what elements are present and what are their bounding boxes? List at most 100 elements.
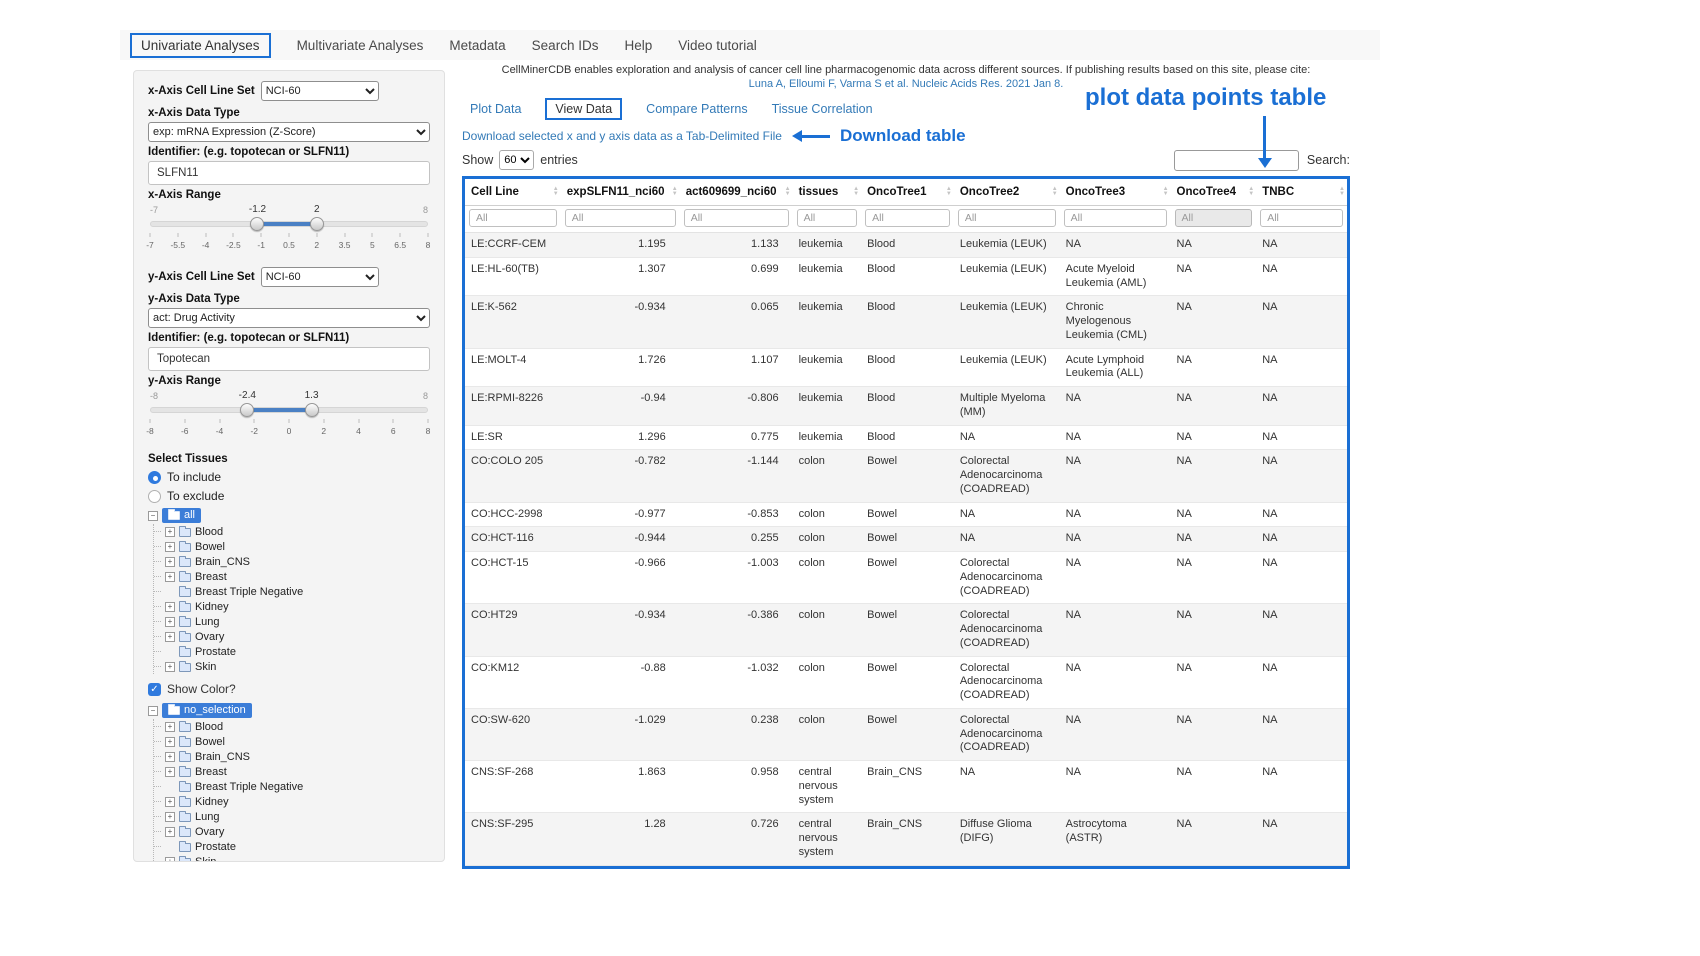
expand-icon[interactable]: + <box>165 572 175 582</box>
table-cell: 1.726 <box>561 348 680 387</box>
table-cell: 0.699 <box>680 257 793 296</box>
slider-handle-from[interactable] <box>250 217 264 231</box>
folder-icon <box>179 843 191 852</box>
nav-tab-search-ids[interactable]: Search IDs <box>532 38 599 53</box>
y-identifier-input[interactable] <box>148 347 430 371</box>
column-header-act609699-nci60[interactable]: act609699_nci60▲▼ <box>680 179 793 206</box>
column-filter-act609699-nci60[interactable]: All <box>684 209 789 227</box>
table-cell: NA <box>1256 257 1347 296</box>
tree-item-lung[interactable]: +Lung <box>162 614 430 629</box>
x-identifier-input[interactable] <box>148 161 430 185</box>
nav-tab-metadata[interactable]: Metadata <box>449 38 505 53</box>
expand-icon[interactable]: + <box>165 617 175 627</box>
collapse-icon[interactable]: − <box>148 706 158 716</box>
y-axis-range-slider[interactable]: -88-2.41.3-8-6-4-202468 <box>150 391 428 443</box>
column-filter-oncotree1[interactable]: All <box>865 209 950 227</box>
column-header-cell-line[interactable]: Cell Line▲▼ <box>465 179 561 206</box>
column-header-tnbc[interactable]: TNBC▲▼ <box>1256 179 1347 206</box>
tree-item-ovary[interactable]: + Ovary <box>162 824 430 839</box>
column-filter-tissues[interactable]: All <box>797 209 858 227</box>
expand-icon[interactable]: + <box>165 797 175 807</box>
tree-item-prostate[interactable]: Prostate <box>162 644 430 659</box>
radio-to-exclude[interactable]: To exclude <box>148 488 430 504</box>
table-cell: Blood <box>861 257 954 296</box>
x-data-type-select[interactable]: exp: mRNA Expression (Z-Score) <box>148 122 430 142</box>
expand-icon[interactable]: + <box>165 527 175 537</box>
column-header-oncotree2[interactable]: OncoTree2▲▼ <box>954 179 1060 206</box>
tree-item-breast-triple-negative[interactable]: Breast Triple Negative <box>162 584 430 599</box>
tree-item-kidney[interactable]: +Kidney <box>162 599 430 614</box>
slider-handle-to[interactable] <box>305 403 319 417</box>
expand-icon[interactable]: + <box>165 632 175 642</box>
table-cell: CO:SW-620 <box>465 708 561 760</box>
tree-item-label: Brain_CNS <box>195 751 250 763</box>
column-header-oncotree1[interactable]: OncoTree1▲▼ <box>861 179 954 206</box>
expand-icon[interactable]: + <box>165 542 175 552</box>
expand-icon[interactable]: + <box>165 827 175 837</box>
download-link[interactable]: Download selected x and y axis data as a… <box>462 129 782 143</box>
column-header-tissues[interactable]: tissues▲▼ <box>793 179 862 206</box>
column-header-expslfn11-nci60[interactable]: expSLFN11_nci60▲▼ <box>561 179 680 206</box>
entries-select[interactable]: 60 <box>499 150 534 170</box>
column-header-label: expSLFN11_nci60 <box>567 186 665 198</box>
tree-item-blood[interactable]: +Blood <box>162 719 430 734</box>
tree-item-brain-cns[interactable]: +Brain_CNS <box>162 554 430 569</box>
collapse-icon[interactable]: − <box>148 511 158 521</box>
column-filter-cell-line[interactable]: All <box>469 209 557 227</box>
expand-icon[interactable]: + <box>165 767 175 777</box>
x-axis-range-slider[interactable]: -78-1.22-7-5.5-4-2.5-10.523.556.58 <box>150 205 428 257</box>
x-cell-line-set-select[interactable]: NCI-60 <box>261 81 379 101</box>
tree-item-breast[interactable]: +Breast <box>162 569 430 584</box>
nav-tab-help[interactable]: Help <box>624 38 652 53</box>
y-cell-line-set-select[interactable]: NCI-60 <box>261 267 379 287</box>
column-filter-tnbc[interactable]: All <box>1260 209 1343 227</box>
expand-icon[interactable]: + <box>165 722 175 732</box>
tree-item-brain-cns[interactable]: + Brain_CNS <box>162 749 430 764</box>
table-cell: -0.806 <box>680 387 793 426</box>
tree-item-breast[interactable]: +Breast <box>162 764 430 779</box>
tab-view-data[interactable]: View Data <box>545 98 622 120</box>
nav-tab-video-tutorial[interactable]: Video tutorial <box>678 38 757 53</box>
tree-item-ovary[interactable]: +Ovary <box>162 629 430 644</box>
expand-icon[interactable]: + <box>165 662 175 672</box>
tab-compare-patterns[interactable]: Compare Patterns <box>646 102 747 116</box>
radio-to-include[interactable]: To include <box>148 469 430 485</box>
column-filter-oncotree2[interactable]: All <box>958 209 1056 227</box>
tree-item-label: Ovary <box>195 826 224 838</box>
search-input[interactable] <box>1174 150 1299 171</box>
tree-item-blood[interactable]: +Blood <box>162 524 430 539</box>
tree-item-skin[interactable]: +Skin <box>162 659 430 674</box>
tree-item-lung[interactable]: +Lung <box>162 809 430 824</box>
tree-item-skin[interactable]: + Skin <box>162 854 430 862</box>
tree-item-breast-triple-negative[interactable]: Breast Triple Negative <box>162 779 430 794</box>
expand-icon[interactable]: + <box>165 557 175 567</box>
expand-icon[interactable]: + <box>165 812 175 822</box>
nav-tab-multivariate-analyses[interactable]: Multivariate Analyses <box>297 38 424 53</box>
tab-plot-data[interactable]: Plot Data <box>470 102 521 116</box>
expand-icon[interactable]: + <box>165 857 175 863</box>
slider-handle-to[interactable] <box>310 217 324 231</box>
column-filter-oncotree3[interactable]: All <box>1064 209 1167 227</box>
expand-icon[interactable]: + <box>165 752 175 762</box>
tree-item-bowel[interactable]: +Bowel <box>162 734 430 749</box>
tab-tissue-correlation[interactable]: Tissue Correlation <box>772 102 873 116</box>
column-filter-expslfn11-nci60[interactable]: All <box>565 209 676 227</box>
table-cell: NA <box>954 425 1060 450</box>
slider-handle-from[interactable] <box>240 403 254 417</box>
tree-item-kidney[interactable]: +Kidney <box>162 794 430 809</box>
tree-root-all[interactable]: all <box>162 508 201 523</box>
expand-icon[interactable]: + <box>165 737 175 747</box>
tree-item-prostate[interactable]: Prostate <box>162 839 430 854</box>
tree-item-label: Skin <box>195 856 216 863</box>
y-data-type-select[interactable]: act: Drug Activity <box>148 308 430 328</box>
column-filter-oncotree4[interactable]: All <box>1175 209 1253 227</box>
column-header-oncotree3[interactable]: OncoTree3▲▼ <box>1060 179 1171 206</box>
column-header-oncotree4[interactable]: OncoTree4▲▼ <box>1171 179 1257 206</box>
table-cell: -0.944 <box>561 527 680 552</box>
tree-item-bowel[interactable]: +Bowel <box>162 539 430 554</box>
table-cell: Blood <box>861 387 954 426</box>
expand-icon[interactable]: + <box>165 602 175 612</box>
show-color-checkbox[interactable]: Show Color? <box>148 681 430 697</box>
nav-tab-univariate-analyses[interactable]: Univariate Analyses <box>130 33 271 58</box>
tree-root-no-selection[interactable]: no_selection <box>162 703 252 718</box>
